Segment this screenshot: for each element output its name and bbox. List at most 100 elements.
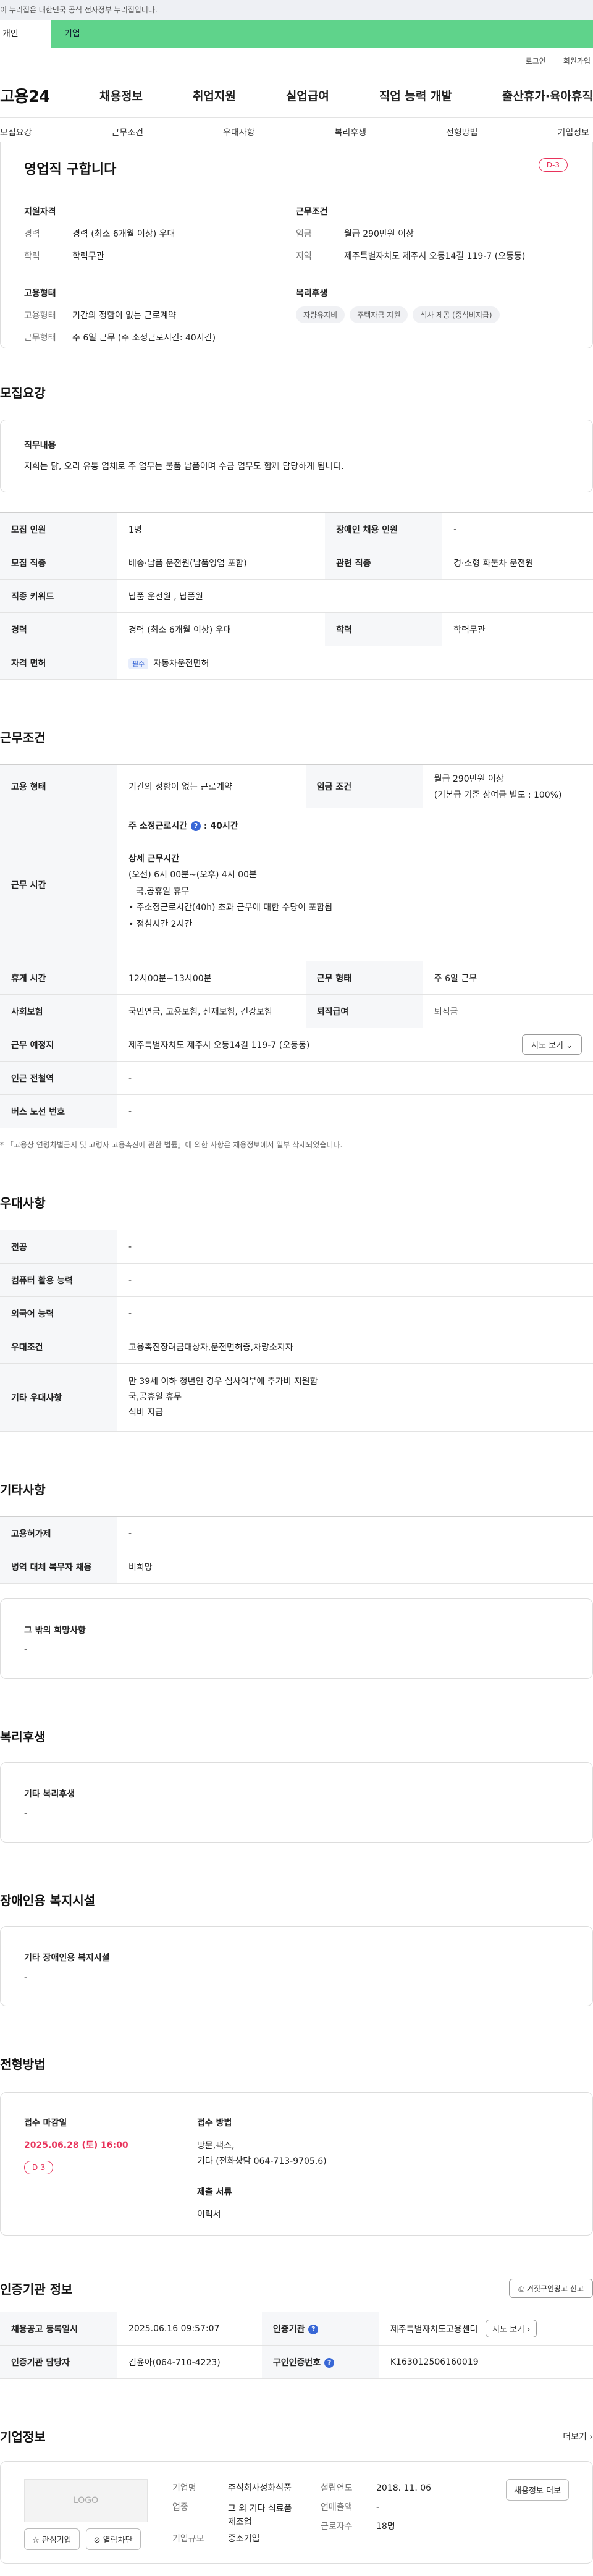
- table-value: 12시00분~13시00분: [117, 961, 306, 995]
- selection-dday-badge: D-3: [24, 2161, 54, 2174]
- nav-unemployment-benefit[interactable]: 실업급여: [286, 87, 329, 104]
- company-more-label: 더보기: [563, 2431, 587, 2442]
- chevron-right-icon: ›: [589, 2431, 593, 2442]
- info-icon[interactable]: ?: [191, 821, 201, 831]
- anchor-tab-pref[interactable]: 우대사항: [223, 126, 255, 138]
- license-value: 자동차운전면허: [153, 658, 209, 669]
- tab-personal[interactable]: 개인: [0, 20, 51, 48]
- table-value: 납품 운전원 , 납품원: [117, 579, 593, 613]
- required-badge: 필수: [128, 657, 149, 669]
- table-key: 퇴직급여: [305, 994, 423, 1028]
- summary-right: 근무조건 임금 월급 290만원 이상 지역 제주특별자치도 제주시 오등14길 1…: [296, 205, 568, 353]
- block-icon: ⊘: [93, 2536, 101, 2545]
- info-icon[interactable]: ?: [324, 2357, 335, 2368]
- hours-line: 국,공휴일 휴무: [136, 886, 190, 897]
- table-key: 휴게 시간: [0, 961, 117, 995]
- company-jobs-button[interactable]: 채용정보 더보: [506, 2479, 569, 2501]
- table-value: 기간의 정함이 없는 근로계약: [117, 764, 306, 808]
- block-label: 열람차단: [103, 2536, 133, 2545]
- welfare-chip: 자량유지비: [296, 306, 345, 323]
- table-row: 병역 대체 복무자 채용 비희망: [0, 1550, 593, 1584]
- company-name-key: 기업명: [172, 2483, 196, 2493]
- nav-vocational-training[interactable]: 직업 능력 개발: [379, 87, 452, 104]
- table-value: 1명: [117, 512, 326, 546]
- welfare-chip: 주택자금 지원: [350, 306, 408, 323]
- anchor-tab-work[interactable]: 근무조건: [111, 126, 143, 138]
- site-logo[interactable]: 고용24: [0, 84, 50, 107]
- table-value: 경력 (최소 6개월 이상) 우대: [117, 612, 326, 646]
- company-biz-line: 그 외 기타 식료품: [228, 2503, 292, 2514]
- recruit-title: 모집요강: [0, 386, 46, 400]
- login-link[interactable]: 로그인: [526, 56, 546, 66]
- table-value: 월급 290만원 이상 (기본급 기준 상여금 별도 : 100%): [423, 764, 593, 808]
- table-value: -: [117, 1516, 593, 1550]
- anchor-tab-company[interactable]: 기업정보: [557, 126, 589, 138]
- agency-map-button[interactable]: 지도 보기 ›: [485, 2320, 537, 2337]
- anchor-tab-recruit[interactable]: 모집요강: [0, 126, 32, 138]
- pref-line: 국,공휴일 휴무: [128, 1391, 182, 1402]
- table-value: -: [117, 1094, 593, 1128]
- report-button[interactable]: ⎙ 거짓구인광고 신고: [509, 2279, 593, 2298]
- company-biz-line: 제조업: [228, 2517, 252, 2528]
- wage-line: 월급 290만원 이상: [434, 774, 504, 784]
- wage-value: 월급 290만원 이상: [344, 229, 414, 239]
- emptype-key: 고용형태: [24, 311, 56, 321]
- table-key: 고용 형태: [0, 764, 117, 808]
- disabled-value: -: [24, 1972, 28, 1982]
- table-value: 제주특별자치도고용센터 지도 보기 ›: [379, 2312, 593, 2346]
- agency-org-value: 제주특별자치도고용센터: [390, 2325, 478, 2334]
- signup-link[interactable]: 회원가입: [563, 56, 591, 66]
- nav-employment-support[interactable]: 취업지원: [193, 87, 236, 104]
- report-icon: ⎙: [518, 2284, 525, 2293]
- qual-title: 지원자격: [24, 207, 56, 217]
- recruit-section: 모집요강 직무내용 저희는 닭, 오리 유통 업체로 주 업무는 물품 납품이며…: [0, 383, 593, 680]
- hope-label: 그 밖의 희망사항: [24, 1626, 86, 1636]
- info-icon[interactable]: ?: [308, 2324, 319, 2334]
- favorite-company-button[interactable]: ☆ 관심기업: [24, 2528, 80, 2550]
- table-key: 인증기관 담당자: [0, 2345, 117, 2379]
- welfare-chips: 자량유지비 주택자금 지원 식사 제공 (중식비지급): [296, 306, 568, 323]
- table-value: 2025.06.16 09:57:07: [117, 2312, 262, 2346]
- table-key: 학력: [325, 612, 443, 646]
- duty-box: 직무내용 저희는 닭, 오리 유통 업체로 주 업무는 물품 납품이며 수금 업…: [0, 420, 593, 492]
- map-button[interactable]: 지도 보기 ⌄: [521, 1034, 582, 1055]
- company-name-value: 주식회사성화식품: [228, 2483, 292, 2493]
- disabled-label: 기타 장애인용 복지시설: [24, 1953, 110, 1963]
- nav-jobs[interactable]: 채용정보: [99, 87, 143, 104]
- company-biz-key: 업종: [172, 2502, 188, 2512]
- tab-company[interactable]: 기업: [51, 20, 593, 48]
- selection-title: 전형방법: [0, 2057, 46, 2072]
- pref-section: 우대사항 전공 - 컴퓨터 활용 능력 - 외국어 능력 - 우대조건 고용촉진장려금대…: [0, 1193, 593, 1432]
- company-emp-value: 18명: [376, 2521, 395, 2532]
- table-key: 구인인증번호?: [261, 2345, 379, 2379]
- company-sales-value: -: [376, 2502, 380, 2512]
- edu-key: 학력: [24, 251, 40, 261]
- wage-key: 임금: [296, 229, 312, 239]
- anchor-tab-selection[interactable]: 전형방법: [446, 126, 478, 138]
- nav-maternity-leave[interactable]: 출산휴가·육아휴직: [502, 87, 593, 104]
- job-title: 영업직 구합니다: [24, 162, 117, 177]
- table-row: 기타 우대사항 만 39세 이하 청년인 경우 심사여부에 추가비 지원함 국,…: [0, 1363, 593, 1432]
- hours-detail-title: 상세 근무시간: [128, 853, 180, 864]
- region-key: 지역: [296, 251, 312, 261]
- welfare-section: 복리후생 기타 복리후생 -: [0, 1727, 593, 1843]
- gov-banner: 이 누리집은 대한민국 공식 전자정부 누리집입니다.: [0, 0, 593, 20]
- table-value: -: [117, 1230, 593, 1264]
- table-value: 배송·납품 운전원(납품영업 포함): [117, 546, 326, 580]
- table-value: 비희망: [117, 1550, 593, 1584]
- table-value: 고용촉진장려금대상자,운전면허증,차량소지자: [117, 1330, 593, 1364]
- table-row: 외국어 능력 -: [0, 1296, 593, 1330]
- company-more-link[interactable]: 더보기 ›: [563, 2430, 593, 2443]
- agency-section: 인증기관 정보 ⎙ 거짓구인광고 신고 채용공고 등록일시 2025.06.16…: [0, 2279, 593, 2379]
- disabled-title: 장애인용 복지시설: [0, 1893, 96, 1908]
- emp-title: 고용형태: [24, 289, 56, 298]
- pref-table: 전공 - 컴퓨터 활용 능력 - 외국어 능력 - 우대조건 고용촉진장려금대상자,운전…: [0, 1230, 593, 1432]
- welfare-label: 기타 복리후생: [24, 1789, 75, 1799]
- block-company-button[interactable]: ⊘ 열람차단: [85, 2528, 141, 2550]
- company-size-value: 중소기업: [228, 2533, 260, 2544]
- agency-title: 인증기관 정보: [0, 2282, 73, 2297]
- table-key: 컴퓨터 활용 능력: [0, 1263, 117, 1297]
- anchor-tab-welfare[interactable]: 복리후생: [334, 126, 366, 138]
- docs-label: 제출 서류: [197, 2187, 232, 2198]
- table-value: 퇴직금: [423, 994, 593, 1028]
